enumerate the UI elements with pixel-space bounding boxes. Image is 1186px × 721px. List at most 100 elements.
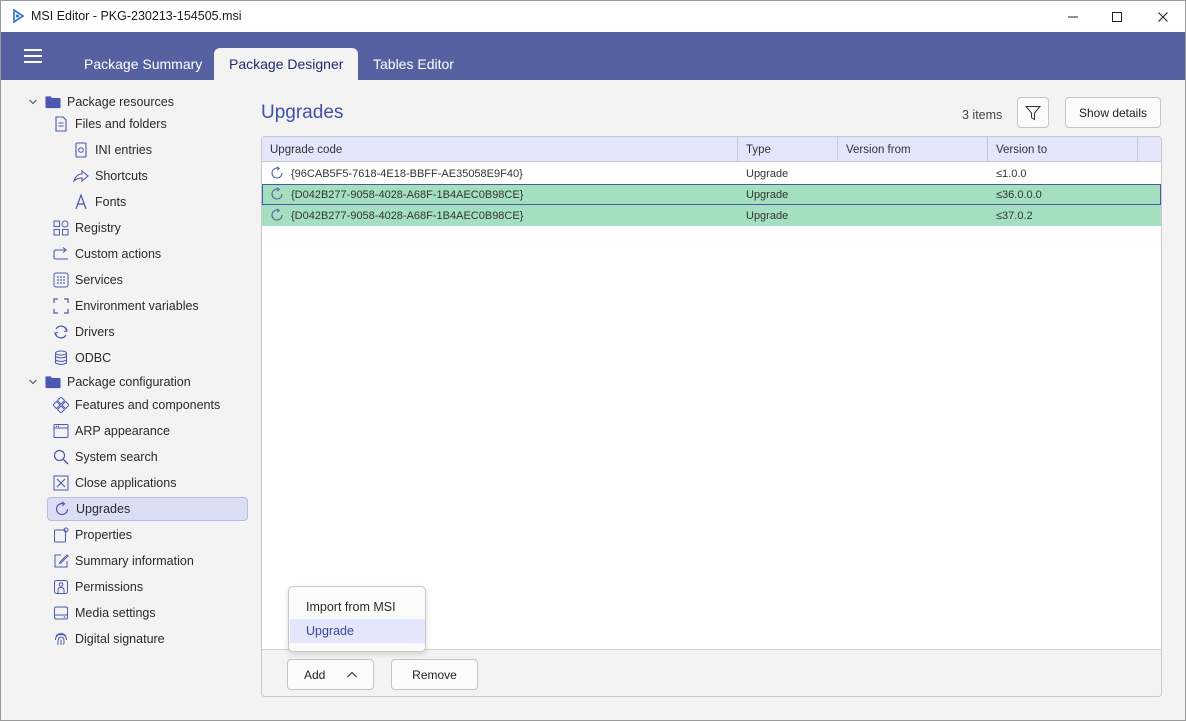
chevron-down-icon[interactable]	[28, 97, 38, 107]
sidebar-item-label: Features and components	[75, 398, 221, 412]
tab-tables-editor[interactable]: Tables Editor	[358, 48, 469, 80]
menu-item-import-from-msi[interactable]: Import from MSI	[290, 595, 425, 619]
table-row[interactable]: {D042B277-9058-4028-A68F-1B4AEC0B98CE} U…	[262, 184, 1161, 205]
sidebar-item-label: Permissions	[75, 580, 144, 594]
show-details-button[interactable]: Show details	[1065, 97, 1161, 128]
sidebar-item-permissions[interactable]: Permissions	[53, 575, 143, 599]
drivers-icon	[53, 324, 69, 340]
media-icon	[53, 605, 69, 621]
sidebar-item-label: Summary information	[75, 554, 194, 568]
sidebar-item-registry[interactable]: Registry	[53, 216, 121, 240]
sidebar-item-ini-entries[interactable]: INI entries	[73, 138, 152, 162]
environment-icon	[53, 298, 69, 314]
sidebar-group-label: Package configuration	[67, 375, 191, 389]
cell-type: Upgrade	[746, 209, 789, 222]
window-icon	[53, 423, 69, 439]
filter-button[interactable]	[1017, 97, 1049, 128]
sidebar-item-label: Upgrades	[76, 502, 131, 516]
table-header: Upgrade code Type Version from Version t…	[262, 137, 1161, 162]
sidebar-item-label: Fonts	[95, 195, 127, 209]
msi-editor-window: MSI Editor - PKG-230213-154505.msi Packa…	[0, 0, 1186, 721]
sidebar-item-label: Environment variables	[75, 299, 199, 313]
sidebar-item-environment-variables[interactable]: Environment variables	[53, 294, 199, 318]
sidebar-item-label: Digital signature	[75, 632, 165, 646]
sidebar-item-custom-actions[interactable]: Custom actions	[53, 242, 161, 266]
sidebar-item-label: Custom actions	[75, 247, 162, 261]
chevron-down-icon[interactable]	[28, 377, 38, 387]
sidebar-item-features-and-components[interactable]: Features and components	[53, 393, 220, 417]
sidebar-group-label: Package resources	[67, 95, 175, 109]
sidebar-item-shortcuts[interactable]: Shortcuts	[73, 164, 148, 188]
folder-icon	[45, 374, 61, 390]
app-logo-icon	[13, 9, 25, 23]
items-count: 3 items	[962, 108, 1003, 122]
sidebar-item-label: System search	[75, 450, 158, 464]
sidebar-item-services[interactable]: Services	[53, 268, 123, 292]
registry-icon	[53, 220, 69, 236]
custom-action-icon	[53, 246, 69, 262]
shortcut-icon	[73, 168, 89, 184]
sidebar-item-upgrades[interactable]: Upgrades	[47, 497, 248, 521]
font-icon	[73, 194, 89, 210]
table-footer: Add Remove	[262, 649, 1161, 696]
column-header-type[interactable]: Type	[738, 137, 838, 162]
sidebar-item-odbc[interactable]: ODBC	[53, 346, 111, 370]
sidebar-item-files-and-folders[interactable]: Files and folders	[53, 112, 167, 136]
file-icon	[53, 116, 69, 132]
sidebar-item-label: Files and folders	[75, 117, 167, 131]
sidebar-item-summary-information[interactable]: Summary information	[53, 549, 194, 573]
minimize-button[interactable]	[1050, 1, 1096, 32]
close-window-button[interactable]	[1140, 1, 1185, 32]
sidebar-item-system-search[interactable]: System search	[53, 445, 158, 469]
header-band: Package Summary Package Designer Tables …	[1, 32, 1185, 80]
maximize-icon	[1112, 11, 1122, 22]
sidebar-item-label: Registry	[75, 221, 121, 235]
search-icon	[53, 449, 69, 465]
remove-button[interactable]: Remove	[391, 659, 478, 690]
cell-version-to: ≤1.0.0	[996, 167, 1027, 180]
sidebar-item-label: Services	[75, 273, 123, 287]
menu-item-upgrade[interactable]: Upgrade	[290, 619, 425, 643]
cell-upgrade-code: {D042B277-9058-4028-A68F-1B4AEC0B98CE}	[291, 188, 524, 201]
column-header-upgrade-code[interactable]: Upgrade code	[262, 137, 738, 162]
sidebar-item-fonts[interactable]: Fonts	[73, 190, 126, 214]
sidebar-item-label: INI entries	[95, 143, 152, 157]
sidebar-item-close-applications[interactable]: Close applications	[53, 471, 176, 495]
services-icon	[53, 272, 69, 288]
tab-package-summary[interactable]: Package Summary	[69, 48, 217, 80]
window-title: MSI Editor - PKG-230213-154505.msi	[31, 9, 242, 23]
sidebar-item-media-settings[interactable]: Media settings	[53, 601, 156, 625]
table-row[interactable]: {96CAB5F5-7618-4E18-BBFF-AE35058E9F40} U…	[262, 163, 1161, 184]
sidebar-item-properties[interactable]: Properties	[53, 523, 132, 547]
sidebar-item-arp-appearance[interactable]: ARP appearance	[53, 419, 170, 443]
ini-file-icon	[73, 142, 89, 158]
chevron-up-icon	[347, 671, 357, 678]
cell-type: Upgrade	[746, 188, 789, 201]
page-title: Upgrades	[261, 102, 344, 123]
sidebar-item-drivers[interactable]: Drivers	[53, 320, 115, 344]
sidebar-group-package-configuration[interactable]: Package configuration	[45, 370, 191, 394]
filter-icon	[1025, 105, 1041, 120]
table-row[interactable]: {D042B277-9058-4028-A68F-1B4AEC0B98CE} U…	[262, 205, 1161, 226]
sidebar-item-digital-signature[interactable]: Digital signature	[53, 627, 165, 651]
sidebar-group-package-resources[interactable]: Package resources	[45, 90, 174, 114]
upgrade-icon	[271, 208, 283, 221]
cell-type: Upgrade	[746, 167, 789, 180]
upgrade-icon	[54, 501, 70, 517]
upgrade-icon	[271, 166, 283, 179]
minimize-icon	[1068, 16, 1078, 17]
sidebar-item-label: ODBC	[75, 351, 112, 365]
add-button-label: Add	[304, 667, 326, 682]
tab-package-designer[interactable]: Package Designer	[214, 48, 359, 80]
maximize-button[interactable]	[1094, 1, 1140, 32]
hamburger-menu-icon[interactable]	[24, 49, 42, 63]
close-icon	[1158, 11, 1168, 22]
add-dropdown-menu: Import from MSI Upgrade	[288, 586, 426, 652]
close-box-icon	[53, 475, 69, 491]
features-icon	[53, 397, 69, 413]
fingerprint-icon	[53, 631, 69, 647]
add-button[interactable]: Add	[287, 659, 374, 690]
column-header-version-to[interactable]: Version to	[988, 137, 1138, 162]
sidebar-item-label: Properties	[75, 528, 132, 542]
column-header-version-from[interactable]: Version from	[838, 137, 988, 162]
